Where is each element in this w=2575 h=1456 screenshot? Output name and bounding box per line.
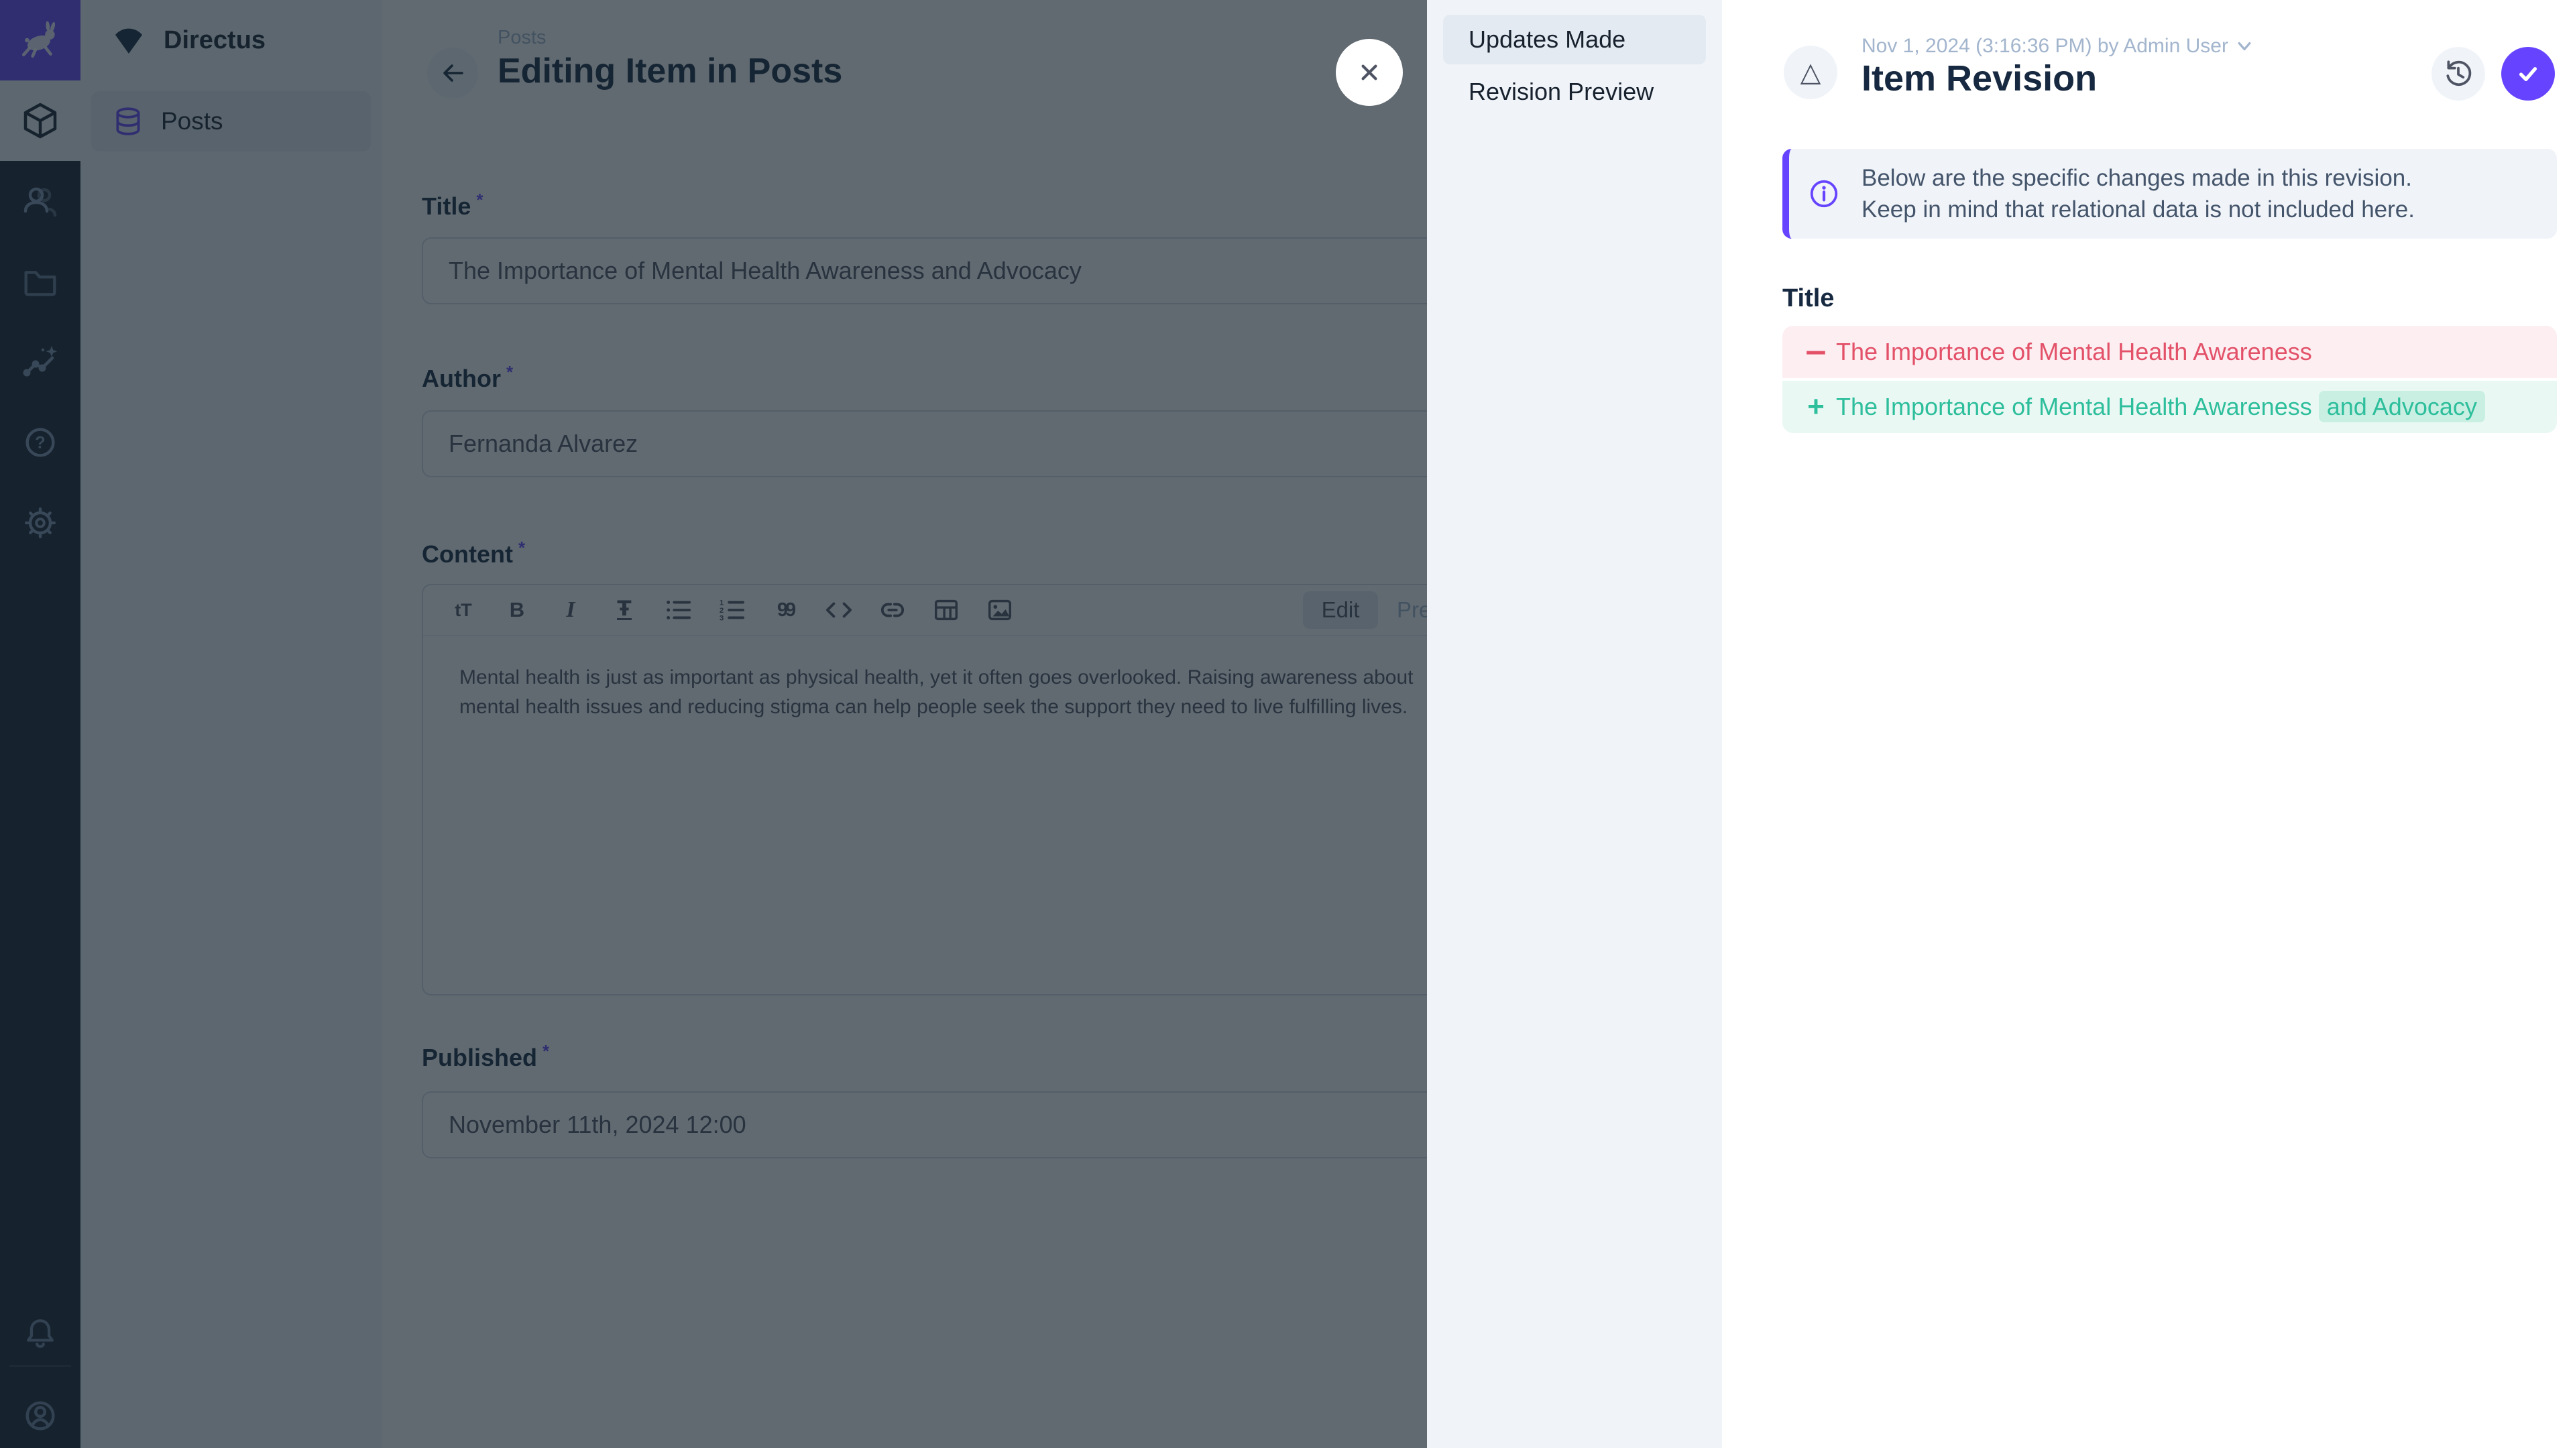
confirm-button[interactable] <box>2501 47 2555 101</box>
diff-added-highlight: and Advocacy <box>2319 391 2485 422</box>
diff-added-text: The Importance of Mental Health Awarenes… <box>1836 393 2485 421</box>
diff-field-label: Title <box>1782 284 1834 313</box>
check-icon <box>2513 58 2543 89</box>
drawer-sidebar: Updates Made Revision Preview <box>1427 0 1722 1448</box>
revision-meta-text: Nov 1, 2024 (3:16:36 PM) by Admin User <box>1862 35 2228 58</box>
plus-icon: + <box>1801 390 1831 424</box>
drawer-main: △ Nov 1, 2024 (3:16:36 PM) by Admin User… <box>1722 0 2575 1448</box>
minus-icon: − <box>1801 335 1831 369</box>
diff-row-removed: − The Importance of Mental Health Awaren… <box>1782 326 2557 378</box>
drawer-tab-label: Updates Made <box>1469 25 1625 54</box>
revision-avatar: △ <box>1784 46 1837 99</box>
revision-notice: Below are the specific changes made in t… <box>1782 149 2557 239</box>
drawer-title: Item Revision <box>1862 58 2097 99</box>
drawer-tab-label: Revision Preview <box>1469 78 1654 106</box>
close-icon <box>1354 57 1385 88</box>
notice-text: Below are the specific changes made in t… <box>1862 162 2415 225</box>
diff-removed-text: The Importance of Mental Health Awarenes… <box>1836 338 2312 366</box>
drawer-tab-updates-made[interactable]: Updates Made <box>1443 15 1706 64</box>
chevron-down-icon <box>2238 41 2251 52</box>
drawer-close-button[interactable] <box>1336 39 1403 106</box>
info-icon <box>1808 178 1840 210</box>
revert-history-button[interactable] <box>2431 47 2485 101</box>
drawer-tab-revision-preview[interactable]: Revision Preview <box>1443 67 1706 117</box>
revision-meta[interactable]: Nov 1, 2024 (3:16:36 PM) by Admin User <box>1862 35 2251 58</box>
diff-row-added: + The Importance of Mental Health Awaren… <box>1782 381 2557 433</box>
history-icon <box>2443 58 2474 89</box>
change-triangle-icon: △ <box>1800 57 1821 88</box>
